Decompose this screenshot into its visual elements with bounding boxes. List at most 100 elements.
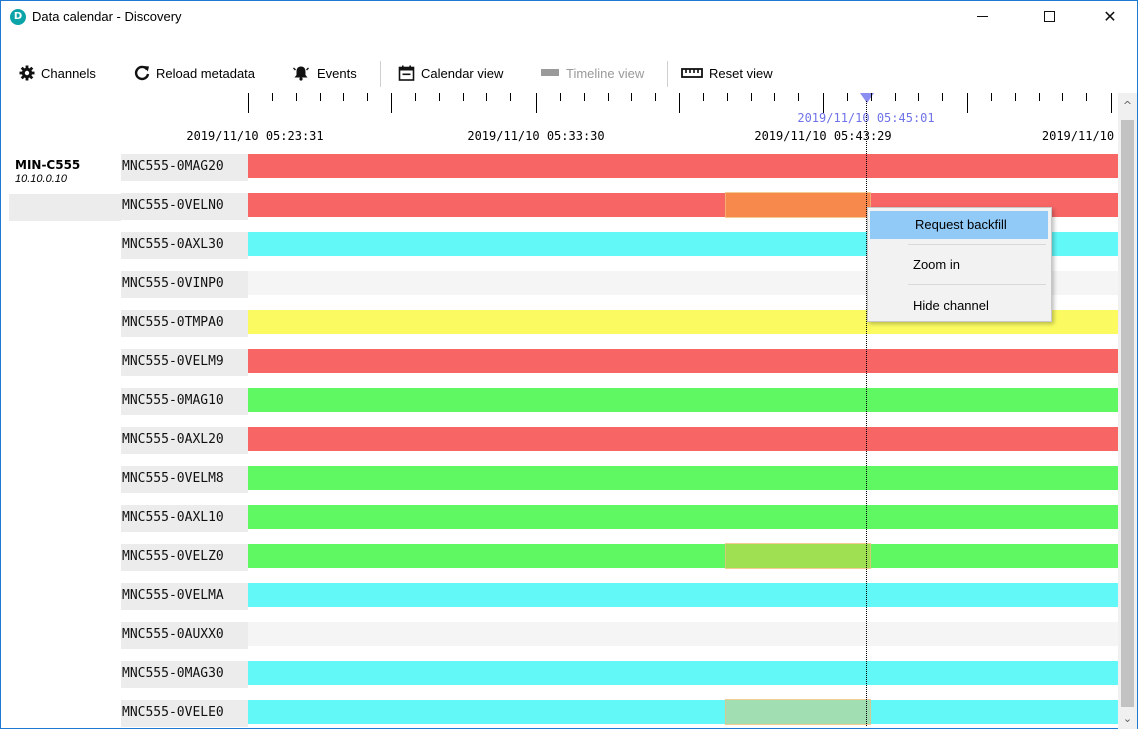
channels-button[interactable]: Channels <box>19 55 96 91</box>
channel-data-bar[interactable] <box>248 388 1118 412</box>
minor-tick <box>942 93 943 101</box>
channel-name: MNC555-0VELZ0 <box>122 549 224 564</box>
timeline-ruler[interactable]: 2019/11/10 05:45:01 2019/11/10 05:23:31 … <box>186 93 1118 149</box>
minimize-icon <box>976 16 988 17</box>
minor-tick <box>631 93 632 101</box>
selected-range-segment[interactable] <box>725 192 871 218</box>
channel-data-bar[interactable] <box>248 699 1118 725</box>
major-tick <box>391 93 392 113</box>
major-tick <box>823 93 824 113</box>
selected-range-segment[interactable] <box>725 699 871 725</box>
major-tick <box>967 93 968 113</box>
reset-view-button[interactable]: Reset view <box>681 55 773 91</box>
channel-name: MNC555-0VELMA <box>122 588 224 603</box>
channel-row[interactable]: MNC555-0VELMA <box>1 583 1118 622</box>
minor-tick <box>415 93 416 101</box>
context-menu: Request backfill Zoom in Hide channel <box>867 207 1052 322</box>
channels-label: Channels <box>41 65 96 81</box>
minor-tick <box>608 93 609 101</box>
minor-tick <box>751 93 752 101</box>
scroll-thumb[interactable] <box>1121 120 1134 707</box>
channel-row[interactable]: MNC555-0VELZ0 <box>1 543 1118 583</box>
channel-name: MNC555-0AXL20 <box>122 432 224 447</box>
request-backfill-menu-item[interactable]: Request backfill <box>870 211 1048 239</box>
minor-tick <box>1062 93 1063 101</box>
app-logo-icon: D <box>10 9 26 25</box>
title-bar: D Data calendar - Discovery ✕ <box>1 1 1137 32</box>
channel-data-bar[interactable] <box>248 427 1118 451</box>
channel-row[interactable]: MNC555-0VELE0 <box>1 699 1118 729</box>
time-label: 2019/11/10 05:23:31 <box>186 129 324 143</box>
maximize-icon <box>1043 11 1055 22</box>
toolbar: Channels Reload metadata Events Calendar… <box>1 55 1137 91</box>
selected-range-segment[interactable] <box>725 543 871 569</box>
minor-tick <box>1015 93 1016 101</box>
minor-tick <box>871 93 872 101</box>
channel-row[interactable]: MNC555-0VELM9 <box>1 349 1118 388</box>
minor-tick <box>727 93 728 101</box>
minor-tick <box>486 93 487 101</box>
scroll-down-arrow-icon[interactable]: ⌄ <box>1120 712 1135 726</box>
reload-metadata-button[interactable]: Reload metadata <box>134 55 255 91</box>
channel-row[interactable]: MNC555-0AUXX0 <box>1 622 1118 661</box>
minor-tick <box>847 93 848 101</box>
channel-data-bar[interactable] <box>248 622 1118 646</box>
channel-name: MNC555-0MAG20 <box>122 159 224 174</box>
major-tick <box>536 93 537 113</box>
reset-view-label: Reset view <box>709 65 773 81</box>
channel-name: MNC555-0VELM9 <box>122 354 224 369</box>
hide-channel-menu-item[interactable]: Hide channel <box>868 292 1053 320</box>
time-label: 2019/11/10 05:43:29 <box>754 129 892 143</box>
channel-name: MNC555-0VELE0 <box>122 705 224 720</box>
minor-tick <box>510 93 511 101</box>
toolbar-separator <box>667 61 668 87</box>
channel-row[interactable]: MNC555-0MAG30 <box>1 661 1118 700</box>
channel-data-bar[interactable] <box>248 349 1118 373</box>
ruler-icon <box>681 68 703 78</box>
channel-data-bar[interactable] <box>248 466 1118 490</box>
timeline-view-button[interactable]: Timeline view <box>540 55 644 91</box>
major-tick <box>679 93 680 113</box>
reload-metadata-label: Reload metadata <box>156 65 256 81</box>
menu-separator <box>908 244 1046 245</box>
scroll-up-arrow-icon[interactable]: ^ <box>1120 99 1135 113</box>
channel-data-bar[interactable] <box>248 543 1118 569</box>
channel-row[interactable]: MNC555-0MAG10 <box>1 388 1118 427</box>
cursor-line <box>866 101 867 726</box>
reload-icon <box>134 65 150 81</box>
timeline-view-label: Timeline view <box>566 65 645 81</box>
zoom-in-menu-item[interactable]: Zoom in <box>868 251 1053 279</box>
major-tick <box>248 93 249 113</box>
close-button[interactable]: ✕ <box>1087 1 1133 32</box>
calendar-view-label: Calendar view <box>421 65 504 81</box>
channel-name: MNC555-0MAG30 <box>122 666 224 681</box>
channel-row[interactable]: MNC555-0AXL10 <box>1 505 1118 544</box>
calendar-icon <box>398 65 415 81</box>
channel-name: MNC555-0VELN0 <box>122 198 224 213</box>
channel-name: MNC555-0VELM8 <box>122 471 224 486</box>
events-button[interactable]: Events <box>291 55 357 91</box>
minor-tick <box>463 93 464 101</box>
minor-tick <box>895 93 896 101</box>
channel-data-bar[interactable] <box>248 583 1118 607</box>
minor-tick <box>584 93 585 101</box>
channel-row[interactable]: MNC555-0VELM8 <box>1 466 1118 505</box>
channel-data-bar[interactable] <box>248 505 1118 529</box>
time-label: 2019/11/10 05:33:30 <box>467 129 605 143</box>
gear-icon <box>19 65 35 81</box>
channel-name: MNC555-0AUXX0 <box>122 627 224 642</box>
calendar-view-button[interactable]: Calendar view <box>398 55 503 91</box>
channel-name: MNC555-0TMPA0 <box>122 315 224 330</box>
minor-tick <box>774 93 775 101</box>
channel-data-bar[interactable] <box>248 154 1118 178</box>
vertical-scrollbar[interactable]: ^ ⌄ <box>1118 93 1137 729</box>
channel-data-bar[interactable] <box>248 661 1118 685</box>
minimize-button[interactable] <box>959 1 1005 32</box>
app-window: D Data calendar - Discovery ✕ Channels R… <box>0 0 1138 729</box>
maximize-button[interactable] <box>1026 1 1072 32</box>
channel-row[interactable]: MNC555-0AXL20 <box>1 427 1118 466</box>
minor-tick <box>991 93 992 101</box>
channel-row[interactable]: MNC555-0MAG20 <box>1 154 1118 193</box>
major-tick <box>1111 93 1112 113</box>
events-label: Events <box>317 65 357 81</box>
